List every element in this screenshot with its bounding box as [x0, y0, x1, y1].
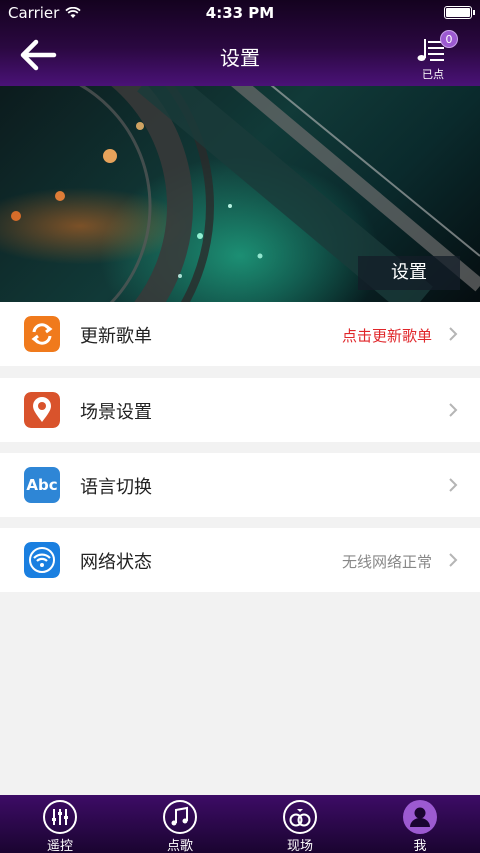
abc-icon: Abc	[24, 467, 60, 503]
user-icon	[403, 800, 437, 834]
refresh-icon	[24, 316, 60, 352]
tab-bar: 遥控 点歌 现场 我	[0, 795, 480, 853]
row-label: 场景设置	[80, 402, 152, 423]
chevron-right-icon	[449, 403, 458, 417]
map-pin-icon	[24, 392, 60, 428]
settings-banner: 设置	[0, 86, 480, 302]
row-label: 语言切换	[80, 477, 152, 498]
tab-live[interactable]: 现场	[240, 795, 360, 853]
row-label: 更新歌单	[80, 326, 152, 347]
battery-icon	[444, 6, 475, 19]
tab-remote[interactable]: 遥控	[0, 795, 120, 853]
chevron-right-icon	[449, 327, 458, 341]
update-songlist-row[interactable]: 更新歌单 点击更新歌单	[0, 302, 480, 366]
tab-label: 现场	[286, 839, 313, 853]
network-status-row[interactable]: 网络状态 无线网络正常	[0, 528, 480, 592]
wifi-icon	[24, 542, 60, 578]
music-note-icon	[163, 800, 197, 834]
tab-label: 遥控	[46, 839, 73, 853]
rings-icon	[283, 800, 317, 834]
tab-label: 点歌	[166, 839, 193, 853]
language-switch-row[interactable]: Abc 语言切换	[0, 453, 480, 517]
tab-label: 我	[413, 839, 427, 853]
row-label: 网络状态	[80, 552, 152, 573]
banner-caption: 设置	[358, 256, 460, 290]
chevron-right-icon	[449, 478, 458, 492]
queued-songs-button[interactable]: 0 已点	[412, 30, 462, 82]
page-title: 设置	[220, 46, 260, 70]
row-value: 无线网络正常	[341, 553, 432, 571]
remote-sliders-icon	[43, 800, 77, 834]
queue-label: 已点	[422, 68, 444, 81]
chevron-right-icon	[449, 553, 458, 567]
tab-songs[interactable]: 点歌	[120, 795, 240, 853]
top-bar: Carrier 4:33 PM 设置 0 已点	[0, 0, 480, 86]
status-bar: Carrier 4:33 PM	[0, 0, 480, 26]
queue-count-badge: 0	[440, 30, 458, 48]
tab-me[interactable]: 我	[360, 795, 480, 853]
status-time: 4:33 PM	[205, 4, 275, 22]
row-value: 点击更新歌单	[341, 327, 432, 345]
scene-settings-row[interactable]: 场景设置	[0, 378, 480, 442]
